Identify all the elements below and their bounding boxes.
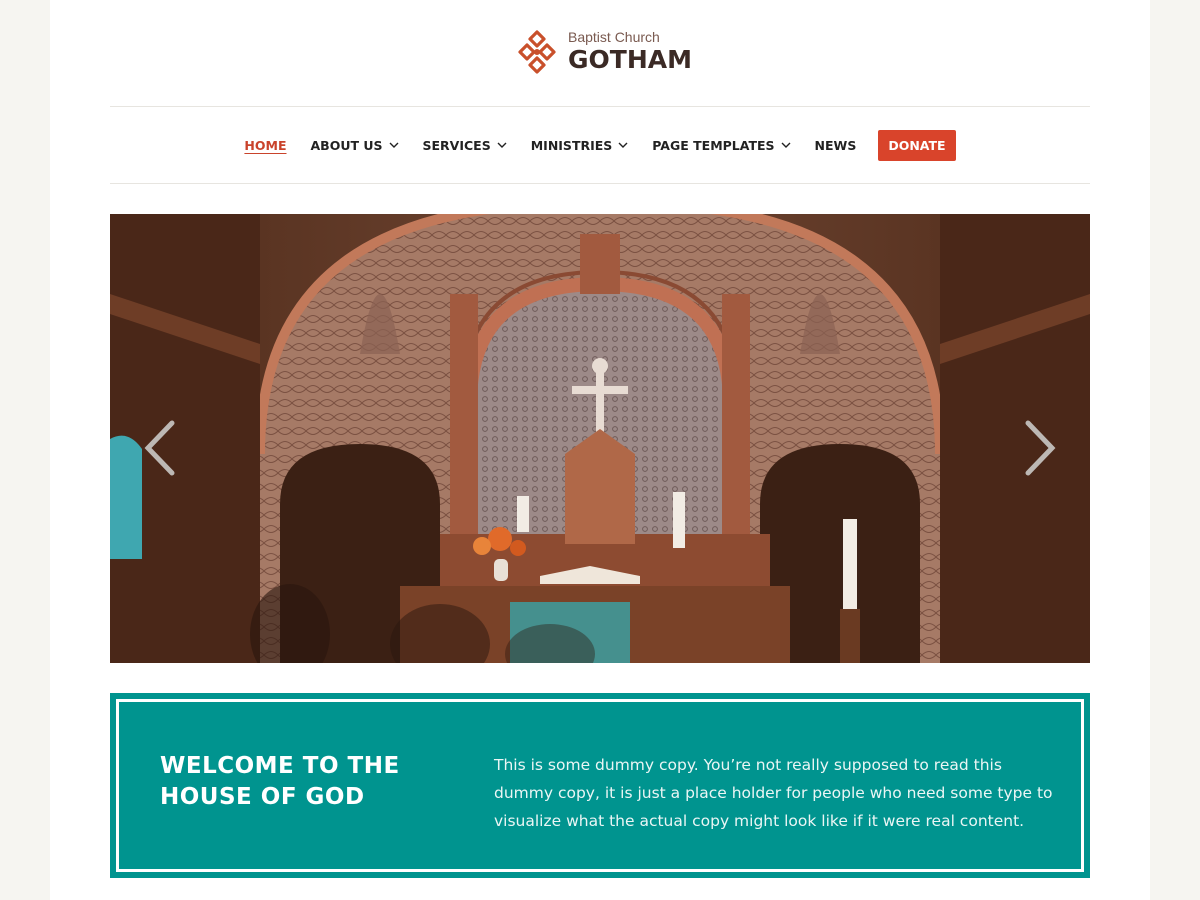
hero-slider[interactable]: [110, 214, 1090, 663]
cross-logo-icon: [518, 30, 556, 74]
nav-item-page-templates[interactable]: PAGE TEMPLATES: [652, 137, 791, 153]
divider: [110, 183, 1090, 184]
nav-item-label: PAGE TEMPLATES: [652, 137, 775, 153]
logo-subtitle: Baptist Church: [568, 29, 660, 45]
chevron-down-icon: [497, 142, 507, 148]
nav-item-ministries[interactable]: MINISTRIES: [531, 138, 629, 153]
altar-image: [110, 214, 1090, 663]
welcome-box: WELCOME TO THE HOUSE OF GOD This is some…: [110, 693, 1090, 878]
logo-title: GOTHAM: [568, 45, 692, 74]
chevron-right-icon[interactable]: [1024, 419, 1058, 477]
nav-item-label: ABOUT US: [310, 137, 383, 153]
welcome-text: This is some dummy copy. You’re not real…: [494, 756, 1053, 830]
nav-item-services[interactable]: SERVICES: [423, 138, 507, 153]
site-logo[interactable]: Baptist Church GOTHAM: [514, 26, 694, 82]
nav-item-news[interactable]: NEWS: [815, 138, 857, 153]
nav-item-about-us[interactable]: ABOUT US: [311, 138, 399, 153]
nav-item-home[interactable]: HOME: [244, 138, 286, 153]
nav-item-label: HOME: [244, 137, 287, 153]
main-nav: HOME ABOUT US SERVICES MINISTRIES PAGE T…: [110, 107, 1090, 183]
nav-item-label: SERVICES: [422, 137, 491, 153]
chevron-down-icon: [781, 142, 791, 148]
welcome-box-inner: WELCOME TO THE HOUSE OF GOD This is some…: [116, 699, 1084, 872]
chevron-down-icon: [618, 142, 628, 148]
chevron-left-icon[interactable]: [142, 419, 176, 477]
chevron-down-icon: [389, 142, 399, 148]
nav-item-label: MINISTRIES: [530, 137, 613, 153]
page: Baptist Church GOTHAM HOME ABOUT US SERV…: [50, 0, 1150, 900]
donate-button[interactable]: DONATE: [878, 129, 956, 161]
welcome-title: WELCOME TO THE HOUSE OF GOD: [160, 753, 400, 810]
nav-item-label: NEWS: [814, 137, 857, 153]
